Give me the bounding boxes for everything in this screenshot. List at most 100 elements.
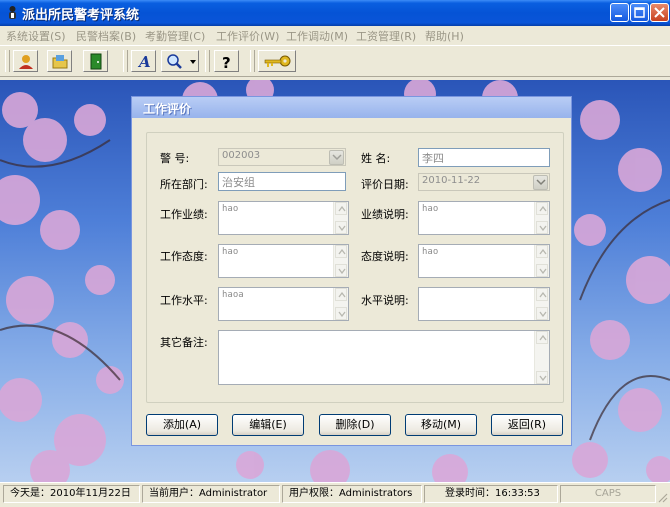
name-field[interactable]: 李四 (418, 148, 550, 167)
performance-note-value: hao (422, 204, 439, 214)
menu-help[interactable]: 帮助(H) (425, 28, 464, 44)
dialog-title: 工作评价 (143, 102, 192, 116)
chevron-down-icon (539, 225, 547, 231)
level-note-memo[interactable] (418, 287, 550, 321)
scroll-down-button[interactable] (536, 264, 548, 277)
label-level-note: 水平说明: (361, 294, 409, 307)
delete-button[interactable]: 删除(D) (319, 414, 391, 436)
attitude-value: hao (222, 247, 239, 257)
scroll-up-button[interactable] (536, 288, 548, 301)
scroll-up-button[interactable] (536, 331, 548, 344)
label-name: 姓 名: (361, 152, 391, 165)
scroll-up-button[interactable] (335, 288, 347, 301)
window-title: 派出所民警考评系统 (22, 8, 140, 23)
chevron-down-icon (338, 311, 346, 317)
chevron-up-icon (338, 292, 346, 298)
toolbar-separator (205, 50, 210, 72)
performance-scrollbar[interactable] (333, 202, 348, 234)
chevron-down-icon (539, 311, 547, 317)
scroll-down-button[interactable] (335, 221, 347, 234)
chevron-up-icon (539, 206, 547, 212)
remarks-memo[interactable] (218, 330, 550, 385)
scroll-up-button[interactable] (536, 202, 548, 215)
level-memo[interactable]: haoa (218, 287, 349, 321)
key-icon (264, 55, 291, 67)
scroll-down-button[interactable] (536, 371, 548, 384)
scroll-down-button[interactable] (335, 264, 347, 277)
menu-transfer[interactable]: 工作调动(M) (286, 28, 348, 44)
label-remarks: 其它备注: (160, 336, 208, 349)
add-button[interactable]: 添加(A) (146, 414, 218, 436)
label-eval-date: 评价日期: (361, 178, 409, 191)
scroll-up-button[interactable] (335, 245, 347, 258)
svg-text:A: A (137, 53, 151, 70)
chevron-up-icon (338, 206, 346, 212)
scroll-down-button[interactable] (335, 307, 347, 320)
dialog-title-bar[interactable] (132, 97, 571, 118)
maximize-button[interactable] (630, 3, 649, 22)
eval-date-picker[interactable]: 2010-11-22 (418, 173, 550, 191)
resize-grip[interactable] (657, 492, 668, 503)
police-no-select[interactable]: 002003 (218, 148, 346, 166)
label-police-no: 警 号: (160, 152, 190, 165)
minimize-button[interactable] (610, 3, 629, 22)
toolbar-button-search[interactable] (161, 50, 199, 72)
menu-work-evaluation[interactable]: 工作评价(W) (216, 28, 279, 44)
performance-memo[interactable]: hao (218, 201, 349, 235)
label-performance: 工作业绩: (160, 208, 208, 221)
magnifier-icon (167, 54, 196, 69)
scroll-up-button[interactable] (536, 245, 548, 258)
level-scrollbar[interactable] (333, 288, 348, 320)
app-icon (5, 5, 20, 20)
performance-note-memo[interactable]: hao (418, 201, 550, 235)
scroll-down-button[interactable] (536, 221, 548, 234)
chevron-down-icon (338, 268, 346, 274)
police-no-dropdown[interactable] (329, 150, 344, 165)
remarks-scrollbar[interactable] (534, 331, 549, 384)
edit-button[interactable]: 编辑(E) (232, 414, 304, 436)
toolbar-button-exit[interactable] (83, 50, 108, 72)
toolbar-button-font[interactable]: A (131, 50, 156, 72)
performance-value: hao (222, 204, 239, 214)
chevron-down-icon (338, 225, 346, 231)
close-button[interactable] (650, 3, 669, 22)
label-performance-note: 业绩说明: (361, 208, 409, 221)
label-department: 所在部门: (160, 178, 208, 191)
back-button[interactable]: 返回(R) (491, 414, 563, 436)
menu-system-settings[interactable]: 系统设置(S) (6, 28, 66, 44)
menu-attendance[interactable]: 考勤管理(C) (145, 28, 205, 44)
toolbar-grip[interactable] (5, 50, 10, 72)
chevron-down-icon (539, 268, 547, 274)
chevron-up-icon (338, 249, 346, 255)
eval-date-dropdown[interactable] (533, 175, 548, 190)
police-no-value: 002003 (222, 150, 261, 161)
move-button[interactable]: 移动(M) (405, 414, 477, 436)
level-note-scrollbar[interactable] (534, 288, 549, 320)
toolbar-button-users[interactable] (13, 50, 38, 72)
attitude-memo[interactable]: hao (218, 244, 349, 278)
label-level: 工作水平: (160, 294, 208, 307)
exit-door-icon (90, 53, 102, 70)
level-value: haoa (222, 290, 244, 300)
close-icon (654, 7, 665, 18)
scroll-up-button[interactable] (335, 202, 347, 215)
chevron-up-icon (539, 292, 547, 298)
performance-note-scrollbar[interactable] (534, 202, 549, 234)
attitude-note-memo[interactable]: hao (418, 244, 550, 278)
scroll-down-button[interactable] (536, 307, 548, 320)
status-login-time: 登录时间：16:33:53 (424, 485, 558, 503)
chevron-down-icon (536, 179, 546, 186)
attitude-note-value: hao (422, 247, 439, 257)
toolbar-button-password[interactable] (258, 50, 296, 72)
menu-police-files[interactable]: 民警档案(B) (76, 28, 136, 44)
status-caps: CAPS (560, 485, 656, 503)
menu-salary[interactable]: 工资管理(R) (356, 28, 416, 44)
attitude-note-scrollbar[interactable] (534, 245, 549, 277)
chevron-down-icon (539, 375, 547, 381)
toolbar-button-help[interactable]: ? (214, 50, 239, 72)
status-current-user: 当前用户：Administrator (142, 485, 280, 503)
attitude-scrollbar[interactable] (333, 245, 348, 277)
toolbar-button-files[interactable] (47, 50, 72, 72)
eval-date-value: 2010-11-22 (422, 175, 481, 186)
department-field[interactable]: 治安组 (218, 172, 346, 191)
